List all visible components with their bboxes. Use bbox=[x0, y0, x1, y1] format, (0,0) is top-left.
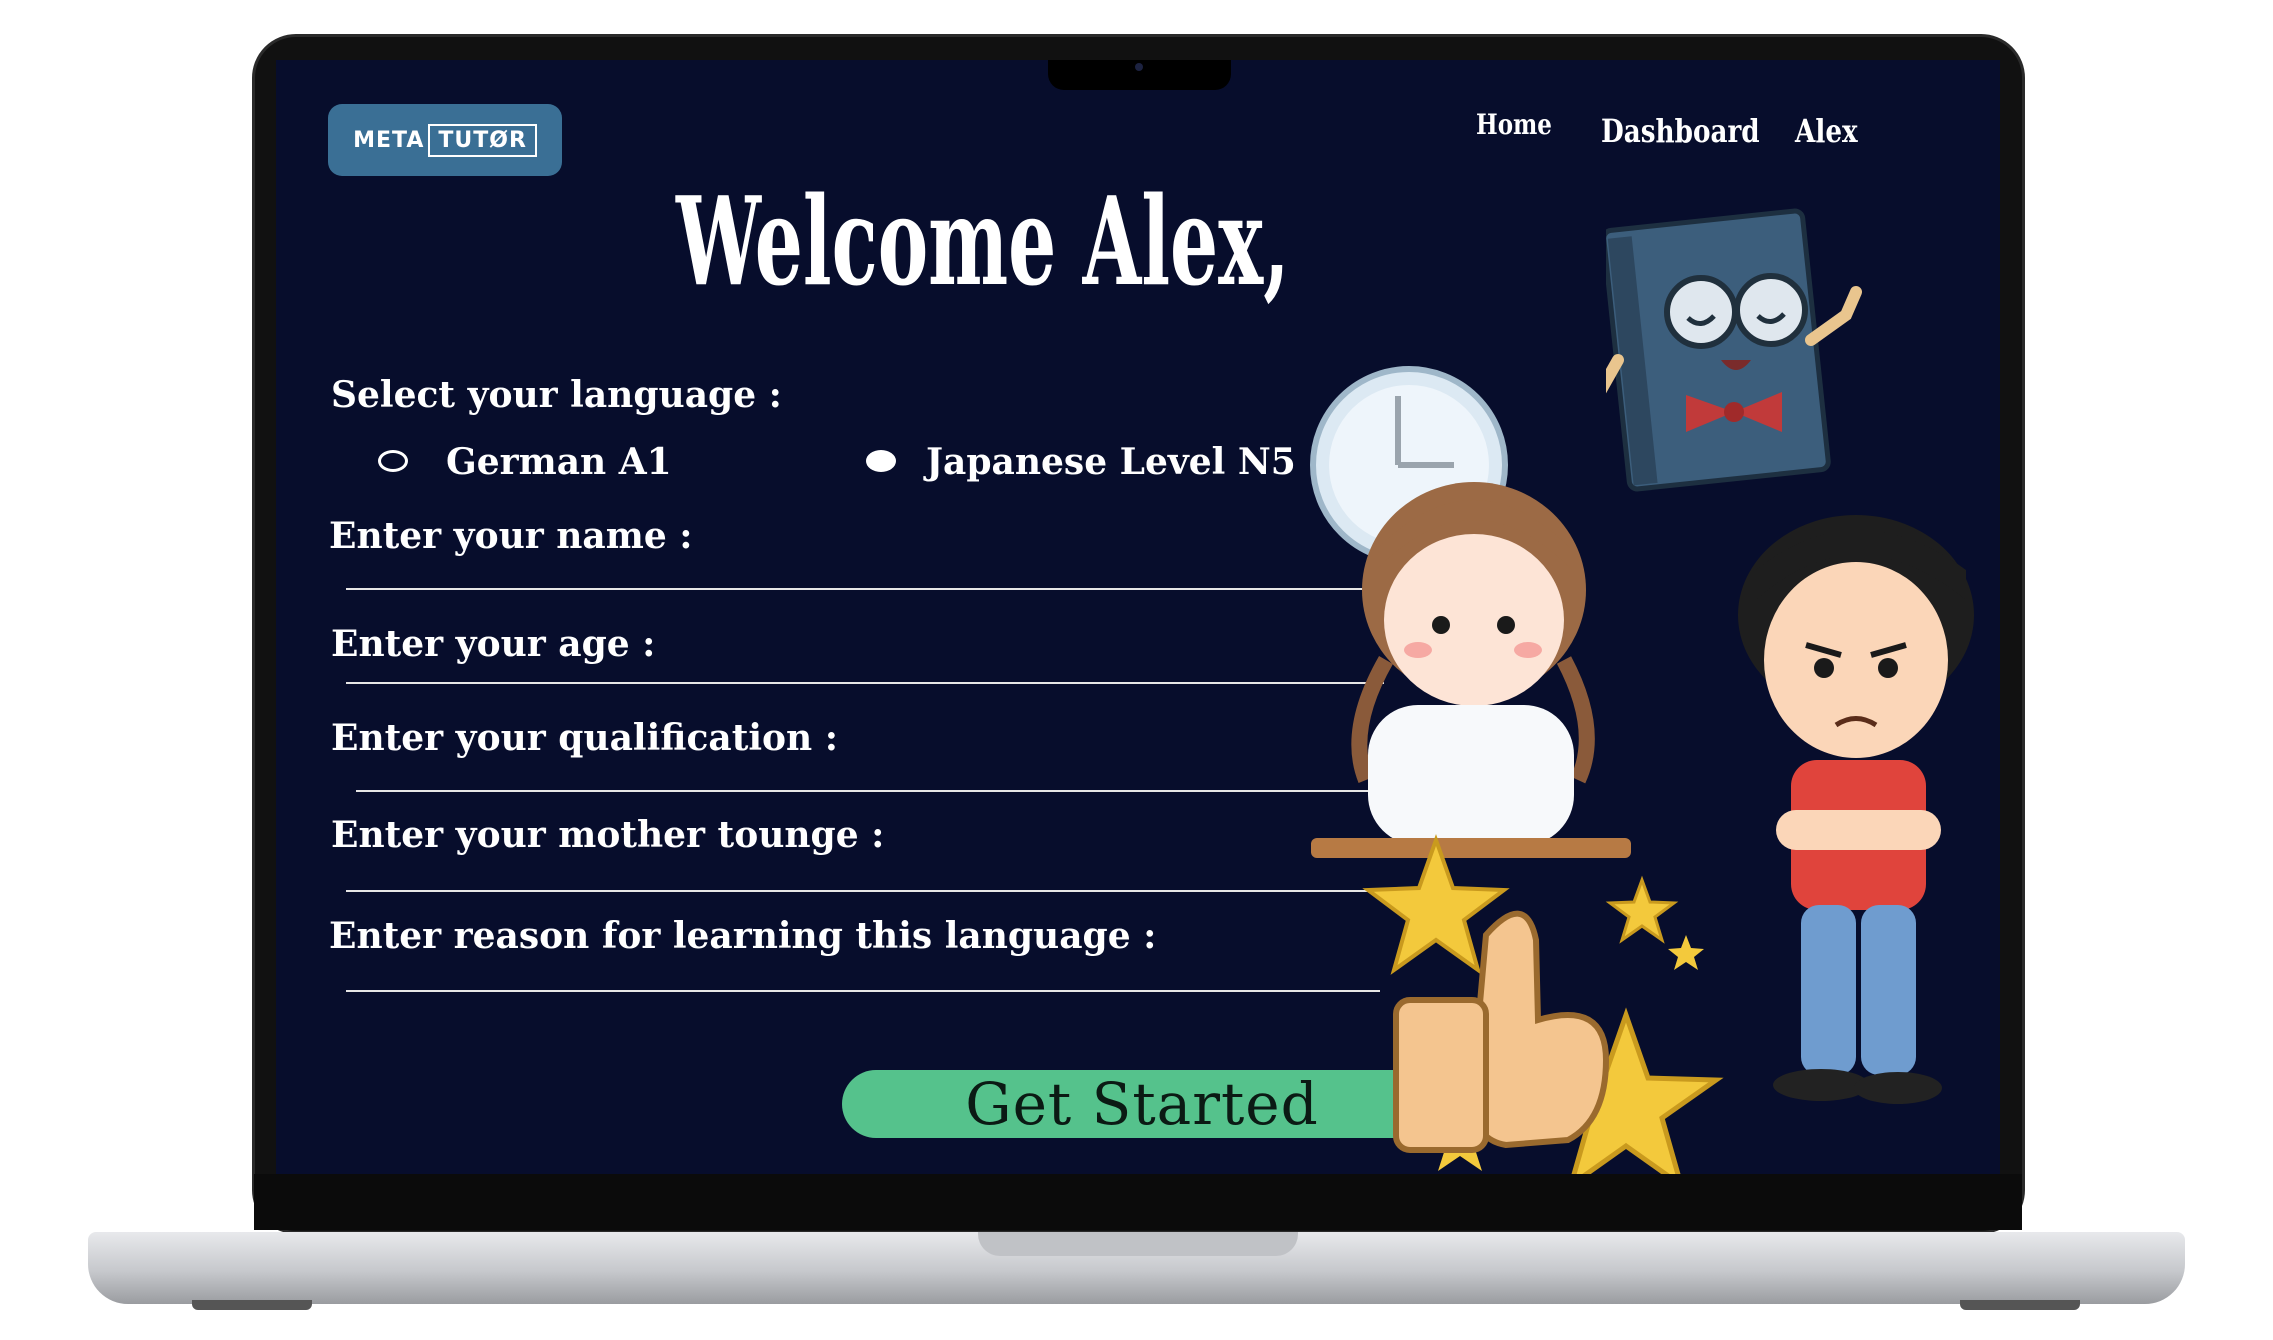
app-screen: META TUTØR Home Dashboard Alex Welcome A… bbox=[276, 60, 2000, 1174]
laptop-bottom-bezel bbox=[254, 1174, 2022, 1230]
name-label: Enter your name : bbox=[329, 515, 693, 557]
camera-icon bbox=[1135, 63, 1143, 71]
angry-boy-illustration bbox=[1738, 515, 1974, 1104]
name-input[interactable] bbox=[346, 588, 1380, 590]
laptop-foot-right bbox=[1960, 1300, 2080, 1310]
language-label: Select your language : bbox=[331, 374, 782, 416]
age-input[interactable] bbox=[346, 682, 1384, 684]
meta-tutor-logo[interactable]: META TUTØR bbox=[328, 104, 562, 176]
logo-text-left: META bbox=[353, 127, 425, 153]
radio-german-label[interactable]: German A1 bbox=[446, 441, 672, 483]
mother-tongue-label: Enter your mother tounge : bbox=[331, 814, 885, 856]
nav-home[interactable]: Home bbox=[1476, 108, 1552, 141]
radio-japanese-label[interactable]: Japanese Level N5 bbox=[926, 441, 1296, 483]
mother-tongue-input[interactable] bbox=[346, 890, 1380, 892]
book-character-illustration bbox=[1606, 208, 1862, 492]
reason-label: Enter reason for learning this language … bbox=[329, 915, 1157, 957]
laptop-foot-left bbox=[192, 1300, 312, 1310]
get-started-label: Get Started bbox=[965, 1070, 1319, 1138]
radio-german[interactable] bbox=[378, 450, 408, 472]
page-title: Welcome Alex, bbox=[676, 169, 1290, 313]
age-label: Enter your age : bbox=[331, 623, 656, 665]
nav-dashboard[interactable]: Dashboard bbox=[1601, 112, 1760, 150]
thumbs-up-stars-illustration bbox=[1362, 834, 1724, 1174]
laptop-base-notch bbox=[978, 1232, 1298, 1256]
nav-user-alex[interactable]: Alex bbox=[1795, 112, 1858, 150]
qualification-label: Enter your qualification : bbox=[331, 717, 839, 759]
logo-text-right: TUTØR bbox=[428, 123, 537, 157]
radio-japanese[interactable] bbox=[866, 450, 896, 472]
reason-input[interactable] bbox=[346, 990, 1380, 992]
qualification-input[interactable] bbox=[356, 790, 1380, 792]
